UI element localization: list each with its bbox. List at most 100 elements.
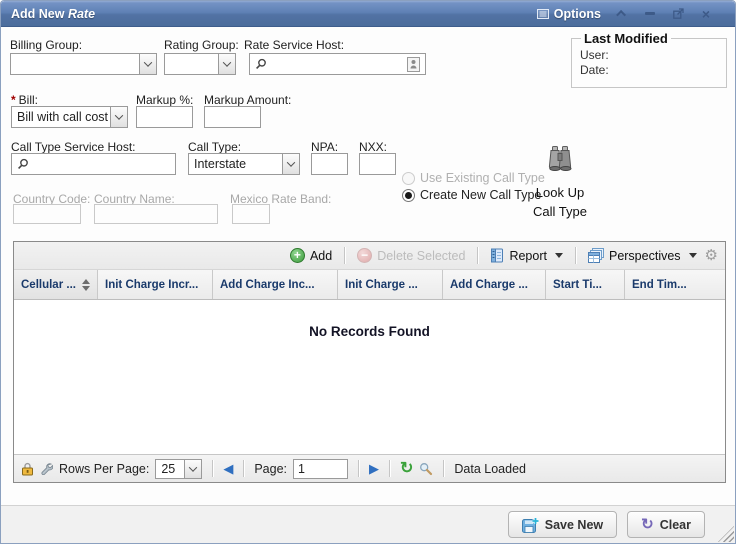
- search-icon: [255, 58, 267, 70]
- previous-page-button[interactable]: ◀: [223, 462, 233, 475]
- rating-group-value: [165, 54, 218, 74]
- billing-group-dropdown-button[interactable]: [139, 54, 156, 74]
- delete-icon: −: [357, 248, 372, 263]
- radio-selected-icon: [402, 189, 415, 202]
- chevron-down-icon: [189, 463, 197, 471]
- call-type-select[interactable]: Interstate: [188, 153, 300, 175]
- delete-selected-label: Delete Selected: [377, 249, 465, 263]
- markup-percent-input[interactable]: [136, 106, 193, 128]
- report-label: Report: [509, 249, 547, 263]
- grid-search-button[interactable]: [419, 462, 433, 476]
- toolbar-separator: [575, 247, 576, 264]
- refresh-icon: ↻: [400, 460, 413, 477]
- bill-label: *Bill:: [11, 93, 38, 107]
- dropdown-arrow-icon: [555, 253, 563, 258]
- popout-icon: [673, 8, 684, 19]
- pager-status: Data Loaded: [454, 462, 526, 476]
- save-new-label: Save New: [545, 518, 603, 532]
- last-modified-title: Last Modified: [581, 31, 671, 46]
- clear-label: Clear: [660, 518, 691, 532]
- close-button[interactable]: ×: [699, 7, 713, 21]
- add-button[interactable]: + Add: [287, 246, 335, 265]
- rate-service-host-label: Rate Service Host:: [244, 38, 344, 52]
- npa-label: NPA:: [311, 140, 338, 154]
- rating-group-dropdown-button[interactable]: [218, 54, 235, 74]
- pager-separator: [389, 460, 390, 477]
- host-picker-icon[interactable]: [407, 57, 420, 72]
- call-type-service-host-input[interactable]: [33, 157, 170, 171]
- markup-amount-input[interactable]: [204, 106, 261, 128]
- report-icon: [490, 248, 504, 263]
- chevron-down-icon: [115, 111, 123, 119]
- call-type-dropdown-button[interactable]: [282, 154, 299, 174]
- npa-input[interactable]: [311, 153, 348, 175]
- rows-per-page-dropdown-button[interactable]: [184, 460, 201, 478]
- refresh-button[interactable]: ↻: [400, 461, 413, 477]
- toolbar-separator: [477, 247, 478, 264]
- chevron-down-icon: [223, 58, 231, 66]
- titlebar-controls: Options ×: [537, 7, 735, 21]
- minimize-icon: [645, 12, 655, 15]
- look-up-label: Look Up Call Type: [520, 183, 600, 221]
- add-icon: +: [290, 248, 305, 263]
- column-header-start-time[interactable]: Start Ti...: [546, 270, 625, 299]
- mexico-rate-band-input: [232, 204, 270, 224]
- dropdown-arrow-icon: [689, 253, 697, 258]
- grid-settings-button[interactable]: ⚙: [705, 248, 718, 263]
- options-label: Options: [554, 7, 601, 21]
- empty-records-message: No Records Found: [309, 324, 430, 339]
- column-header-end-time[interactable]: End Tim...: [625, 270, 725, 299]
- options-button[interactable]: Options: [537, 7, 601, 21]
- sort-icon: [77, 279, 90, 291]
- last-modified-group: Last Modified User: Date:: [571, 31, 727, 88]
- perspectives-button[interactable]: Perspectives: [585, 246, 700, 265]
- close-icon: ×: [702, 7, 710, 21]
- column-header-init-charge[interactable]: Init Charge ...: [338, 270, 443, 299]
- popout-button[interactable]: [671, 7, 685, 21]
- bill-dropdown-button[interactable]: [110, 107, 127, 127]
- report-button[interactable]: Report: [487, 246, 566, 265]
- rating-group-select[interactable]: [164, 53, 236, 75]
- next-page-icon: ▶: [369, 461, 379, 476]
- binoculars-icon: [545, 146, 575, 174]
- page-number-input[interactable]: [293, 459, 348, 479]
- call-type-value: Interstate: [189, 154, 282, 174]
- rows-per-page-value: 25: [156, 460, 184, 478]
- previous-page-icon: ◀: [223, 461, 233, 476]
- bill-select[interactable]: Bill with call cost: [11, 106, 128, 128]
- clear-button[interactable]: ↻ Clear: [627, 511, 705, 538]
- rows-per-page-label: Rows Per Page:: [59, 462, 149, 476]
- lock-icon[interactable]: [21, 462, 34, 476]
- nxx-input[interactable]: [359, 153, 396, 175]
- country-code-input: [13, 204, 81, 224]
- column-header-init-charge-incr[interactable]: Init Charge Incr...: [98, 270, 213, 299]
- collapse-button[interactable]: [615, 7, 629, 21]
- dialog-footer: Save New ↻ Clear: [1, 505, 735, 543]
- call-type-service-host-field: [11, 153, 176, 175]
- look-up-call-type-button[interactable]: Look Up Call Type: [520, 146, 600, 221]
- chevron-up-icon: [616, 10, 626, 20]
- rate-service-host-input[interactable]: [271, 57, 403, 71]
- pager-separator: [212, 460, 213, 477]
- call-type-service-host-label: Call Type Service Host:: [11, 140, 136, 154]
- grid-body: No Records Found: [14, 300, 725, 454]
- next-page-button[interactable]: ▶: [369, 462, 379, 475]
- pager-separator: [443, 460, 444, 477]
- nxx-label: NXX:: [359, 140, 387, 154]
- column-header-cellular[interactable]: Cellular ...: [14, 270, 98, 299]
- add-new-rate-dialog: Add New Rate Options ×: [0, 0, 736, 544]
- rows-per-page-select[interactable]: 25: [155, 459, 202, 479]
- rating-group-label: Rating Group:: [164, 38, 239, 52]
- minimize-button[interactable]: [643, 7, 657, 21]
- grid-header-row: Cellular ... Init Charge Incr... Add Cha…: [14, 270, 725, 300]
- wrench-icon[interactable]: [40, 462, 53, 475]
- rates-grid: + Add − Delete Selected: [13, 241, 726, 483]
- column-header-add-charge-inc[interactable]: Add Charge Inc...: [213, 270, 338, 299]
- markup-amount-label: Markup Amount:: [204, 93, 291, 107]
- billing-group-select[interactable]: [10, 53, 157, 75]
- delete-selected-button: − Delete Selected: [354, 246, 468, 265]
- clear-icon: ↻: [641, 517, 654, 532]
- column-header-add-charge[interactable]: Add Charge ...: [443, 270, 546, 299]
- radio-icon: [402, 172, 415, 185]
- save-new-button[interactable]: Save New: [508, 511, 617, 538]
